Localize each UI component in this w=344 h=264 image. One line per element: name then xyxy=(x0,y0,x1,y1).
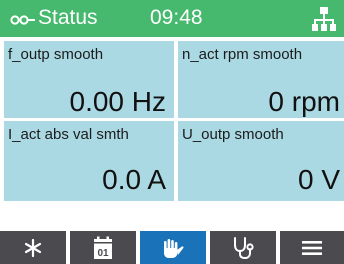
parameter-value: 0.0 A xyxy=(102,164,166,195)
menu-button[interactable] xyxy=(280,231,344,264)
clock-time: 09:48 xyxy=(150,6,203,29)
parameter-value: 0.00 Hz xyxy=(69,86,167,117)
page-title: Status xyxy=(38,6,98,29)
hand-icon xyxy=(164,238,184,258)
parameter-label: f_outp smooth xyxy=(8,46,104,63)
parameter-value: 0 rpm xyxy=(268,86,340,117)
network-topology-icon[interactable] xyxy=(312,6,336,32)
menu-icon xyxy=(302,240,322,255)
parameter-cell-i-act[interactable]: I_act abs val smth 0.0 A xyxy=(4,121,174,201)
wizard-button[interactable] xyxy=(0,231,66,264)
bottom-toolbar: 01 xyxy=(0,228,344,264)
diagnostics-button[interactable] xyxy=(210,231,276,264)
parameter-label: n_act rpm smooth xyxy=(182,46,303,63)
manual-control-button[interactable] xyxy=(140,231,206,264)
glasses-icon xyxy=(10,13,36,25)
parameter-grid: f_outp smooth 0.00 Hz n_act rpm smooth 0… xyxy=(0,37,344,203)
parameter-cell-n-act[interactable]: n_act rpm smooth 0 rpm xyxy=(178,41,344,118)
asterisk-icon xyxy=(24,238,42,257)
status-header: Status 09:48 xyxy=(0,0,344,37)
parameter-value: 0 V xyxy=(297,164,340,195)
parameter-cell-u-outp[interactable]: U_outp smooth 0 V xyxy=(178,121,344,201)
calendar-text: 01 xyxy=(97,248,109,259)
stethoscope-icon xyxy=(234,236,254,259)
parameter-label: U_outp smooth xyxy=(182,126,284,143)
calendar-01-icon: 01 xyxy=(94,236,112,259)
parameter-cell-f-outp[interactable]: f_outp smooth 0.00 Hz xyxy=(4,41,174,118)
parameter-label: I_act abs val smth xyxy=(8,126,129,143)
parameter-list-button[interactable]: 01 xyxy=(70,231,136,264)
